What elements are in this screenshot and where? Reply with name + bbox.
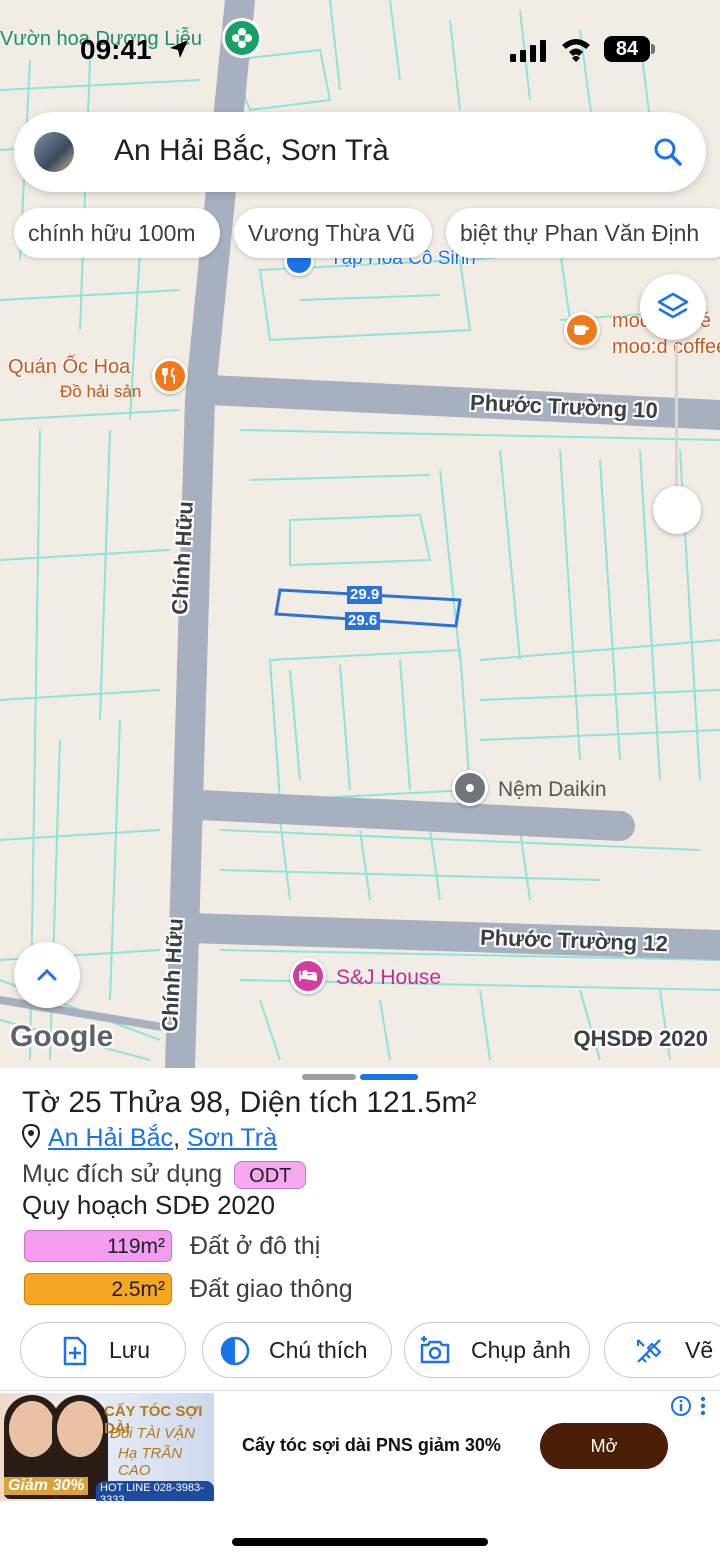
legend-label-traffic: Đất giao thông	[190, 1275, 353, 1303]
land-use-purpose: Mục đích sử dụng ODT	[22, 1160, 307, 1190]
layers-button[interactable]	[640, 274, 706, 340]
ad-image-badge: Giảm 30%	[4, 1477, 89, 1495]
restaurant-pin-icon[interactable]	[152, 358, 188, 394]
opacity-slider-knob[interactable]	[653, 486, 701, 534]
poi-label-nem-daikin[interactable]: Nệm Daikin	[498, 778, 607, 802]
map-layer-label: QHSDĐ 2020	[573, 1026, 708, 1051]
location-arrow-icon	[168, 38, 190, 65]
legend-label: Chú thích	[269, 1337, 368, 1363]
search-icon[interactable]	[652, 136, 684, 168]
cellular-signal-icon	[510, 40, 550, 67]
address-separator: ,	[173, 1124, 181, 1153]
expand-up-button[interactable]	[14, 942, 80, 1008]
status-bar: 09:41 84	[0, 28, 720, 72]
battery-level: 84	[604, 36, 650, 62]
ad-model-face-1	[9, 1401, 55, 1457]
ad-open-button[interactable]: Mở	[540, 1423, 668, 1469]
chip-0[interactable]: chính hữu 100m	[14, 208, 220, 258]
ad-image[interactable]: CẤY TÓC SỢI DÀI Đổi TÀI VẬN Hạ TRẦN CAO …	[0, 1393, 214, 1501]
purpose-code-badge: ODT	[234, 1161, 307, 1190]
parcel-dimension-top: 29.9	[347, 586, 383, 604]
legend-button[interactable]: Chú thích	[202, 1322, 392, 1378]
poi-label-restaurant[interactable]: Quán Ốc Hoa	[8, 356, 130, 379]
opacity-slider-track[interactable]	[675, 344, 678, 494]
ad-more-options-icon[interactable]	[698, 1395, 708, 1422]
plan-title: Quy hoạch SDĐ 2020	[22, 1190, 275, 1220]
screenshot-button[interactable]: Chụp ảnh	[404, 1322, 590, 1378]
ad-image-sub2: Hạ TRẦN CAO	[118, 1445, 183, 1479]
chip-1[interactable]: Vương Thừa Vũ	[234, 208, 432, 258]
legend-value-residential: 119m²	[24, 1230, 172, 1262]
wifi-icon	[560, 36, 592, 67]
poi-sublabel-restaurant: Đồ hải sản	[60, 382, 142, 401]
camera-add-icon	[420, 1336, 450, 1364]
avatar[interactable]	[34, 132, 74, 172]
ward-link[interactable]: An Hải Bắc	[48, 1124, 173, 1152]
parcel-info-sheet: Tờ 25 Thửa 98, Diện tích 121.5m² An Hải …	[0, 1068, 720, 1390]
shop-pin-icon[interactable]	[452, 770, 488, 806]
battery-indicator: 84	[604, 36, 656, 62]
search-bar[interactable]: An Hải Bắc, Sơn Trà	[14, 112, 706, 192]
screenshot-label: Chụp ảnh	[471, 1337, 571, 1363]
battery-nub	[651, 44, 655, 54]
hotel-pin-icon[interactable]	[290, 958, 326, 994]
legend-label-residential: Đất ở đô thị	[190, 1232, 321, 1260]
save-button[interactable]: Lưu	[20, 1322, 186, 1378]
action-buttons: Lưu Chú thích Chụp ảnh Vẽ	[0, 1322, 720, 1378]
contrast-icon	[220, 1336, 250, 1366]
parcel-title: Tờ 25 Thửa 98, Diện tích 121.5m²	[22, 1086, 477, 1119]
location-pin-icon	[21, 1123, 41, 1155]
home-indicator[interactable]	[232, 1538, 488, 1546]
ad-info-icon[interactable]	[670, 1395, 692, 1422]
ad-model-face-2	[57, 1401, 103, 1457]
legend-value-traffic: 2.5m²	[24, 1273, 172, 1305]
purpose-label: Mục đích sử dụng	[22, 1160, 223, 1188]
ad-text[interactable]: Cấy tóc sợi dài PNS giảm 30%	[242, 1435, 501, 1456]
save-label: Lưu	[109, 1337, 150, 1363]
parcel-dimension-bottom: 29.6	[345, 612, 381, 630]
parcel-address: An Hải Bắc, Sơn Trà	[21, 1123, 277, 1155]
ad-image-sub1: Đổi TÀI VẬN	[110, 1425, 196, 1442]
sheet-handle-left[interactable]	[302, 1074, 356, 1080]
district-link[interactable]: Sơn Trà	[187, 1124, 277, 1152]
add-document-icon	[63, 1336, 87, 1366]
draw-label: Vẽ	[685, 1337, 714, 1363]
home-bar-area	[0, 1502, 720, 1559]
ad-image-hotline: HOT LINE 028-3983-3333	[96, 1481, 214, 1501]
ad-banner[interactable]: CẤY TÓC SỢI DÀI Đổi TÀI VẬN Hạ TRẦN CAO …	[0, 1390, 720, 1502]
map-canvas[interactable]: Vườn hoa Dương Liễu Quán Ốc Hoa Đồ hải s…	[0, 0, 720, 1068]
chevron-up-icon	[37, 968, 57, 981]
draw-button[interactable]: Vẽ	[604, 1322, 720, 1378]
status-time: 09:41	[80, 34, 152, 65]
chip-2[interactable]: biệt thự Phan Văn Định	[446, 208, 720, 258]
sheet-handle-right[interactable]	[360, 1074, 418, 1080]
cafe-pin-icon[interactable]	[564, 312, 600, 348]
layers-icon	[657, 292, 689, 319]
poi-label-sj-house[interactable]: S&J House	[336, 966, 441, 990]
google-logo: Google	[10, 1020, 114, 1053]
search-query[interactable]: An Hải Bắc, Sơn Trà	[114, 134, 389, 168]
draw-ruler-icon	[636, 1339, 662, 1363]
